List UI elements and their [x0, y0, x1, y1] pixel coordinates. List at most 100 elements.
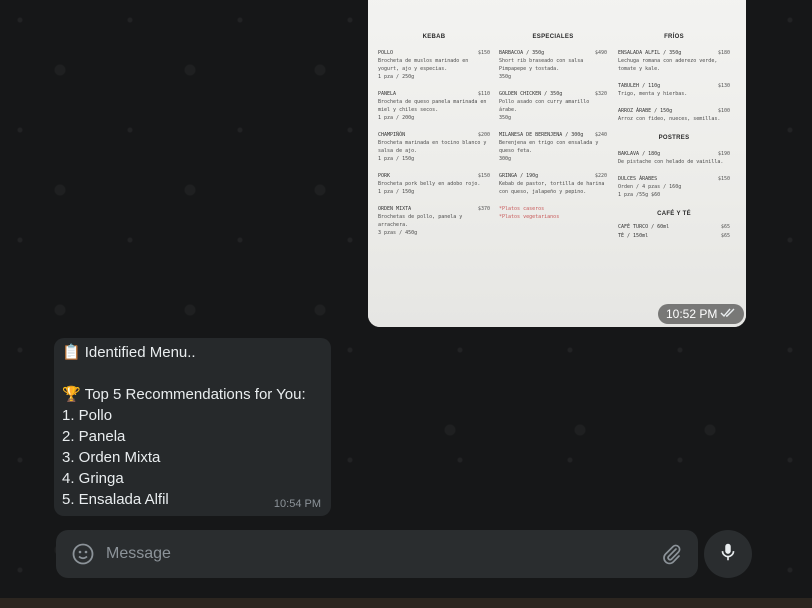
- menu-item-price: $370: [477, 206, 490, 212]
- menu-column-title: CAFÉ Y TÉ: [657, 211, 691, 217]
- menu-item-name: GRINGA / 190g: [499, 173, 539, 179]
- menu-item-desc: Berenjena en trigo con ensalada y queso …: [499, 140, 599, 154]
- menu-note: *Platos caseros: [499, 206, 545, 212]
- menu-column-title: KEBAB: [422, 34, 446, 40]
- menu-column-frios: FRÍOS ENSALADA ALFIL / 350g $180 Lechuga…: [618, 34, 730, 240]
- menu-item-name: TABULEH / 110g: [618, 83, 661, 89]
- menu-column-kebab: KEBAB POLLO $150 Brocheta de muslos mari…: [378, 34, 490, 237]
- menu-item-name: BARBACOA / 350g: [499, 50, 545, 56]
- menu-item-price: $65: [720, 224, 730, 230]
- double-check-icon: [720, 307, 736, 321]
- menu-item-name: ORDEN MIXTA: [378, 206, 412, 212]
- message-line-blank: [62, 363, 306, 384]
- menu-item-price: $150: [477, 173, 490, 179]
- menu-item-price: $240: [594, 132, 607, 138]
- menu-item: MILANESA DE BERENJENA / 300g $240 Berenj…: [499, 131, 607, 163]
- menu-item-price: $130: [717, 83, 730, 89]
- menu-item-weight: 1 pza /55g $60: [618, 192, 661, 198]
- menu-item-weight: 1 pza / 150g: [378, 189, 415, 195]
- menu-item-weight: 1 pza / 200g: [378, 115, 415, 121]
- menu-item-name: CHAMPIÑÓN: [378, 132, 406, 138]
- menu-item-desc: Orden / 4 pzas / 160g: [618, 184, 682, 190]
- menu-notes: *Platos caseros *Platos vegetarianos: [499, 205, 607, 221]
- message-line-text: Top 5 Recommendations for You:: [84, 386, 306, 403]
- menu-item-price: $180: [717, 50, 730, 56]
- menu-item-desc: Brocheta marinada en tocino blanco y sal…: [378, 140, 487, 154]
- menu-item-desc: Brocheta de muslos marinado en yogurt, a…: [378, 58, 469, 72]
- menu-item: GRINGA / 190g $220 Kebab de pastor, tort…: [499, 172, 607, 196]
- menu-item-desc: Trigo, menta y hierbas.: [618, 91, 688, 97]
- menu-item-weight: 350g: [499, 74, 512, 80]
- image-message-bubble[interactable]: KEBAB POLLO $150 Brocheta de muslos mari…: [368, 0, 746, 327]
- menu-item-price: $220: [594, 173, 607, 179]
- message-line-text: Identified Menu..: [84, 344, 196, 361]
- menu-item-desc: Brocheta pork belly en adobo rojo.: [378, 181, 481, 187]
- menu-item-price: $490: [594, 50, 607, 56]
- menu-item-weight: 3 pzas / 450g: [378, 230, 418, 236]
- menu-item: DULCES ÁRABES $150 Orden / 4 pzas / 160g…: [618, 175, 730, 199]
- paperclip-icon[interactable]: [660, 542, 684, 566]
- menu-item-weight: 1 pza / 150g: [378, 156, 415, 162]
- menu-item: TABULEH / 110g $130 Trigo, menta y hierb…: [618, 82, 730, 98]
- message-time: 10:54 PM: [273, 498, 321, 510]
- menu-item: POLLO $150 Brocheta de muslos marinado e…: [378, 49, 490, 81]
- menu-item: TÉ / 150ml $65: [618, 232, 730, 240]
- menu-item-weight: 300g: [499, 156, 512, 162]
- trophy-icon: 🏆: [62, 386, 81, 403]
- message-body: 📋 Identified Menu.. 🏆 Top 5 Recommendation…: [62, 342, 306, 510]
- menu-item-name: PANELA: [378, 91, 397, 97]
- menu-column-title: ESPECIALES: [532, 34, 574, 40]
- menu-column-title: FRÍOS: [664, 34, 684, 40]
- message-line: 1. Pollo: [62, 407, 113, 424]
- menu-item: GOLDEN CHICKEN / 350g $320 Pollo asado c…: [499, 90, 607, 122]
- menu-item-desc: Short rib braseado con salsa Pimpapepe y…: [499, 58, 584, 72]
- message-line: 2. Panela: [62, 428, 126, 445]
- menu-item: ENSALADA ALFIL / 350g $180 Lechuga roman…: [618, 49, 730, 73]
- menu-item-desc: De pistache con helado de vainilla.: [618, 159, 724, 165]
- menu-item-price: $110: [477, 91, 490, 97]
- image-message-meta: 10:52 PM: [658, 304, 745, 324]
- menu-item-desc: Arroz con fideo, nueces, semillas.: [618, 116, 721, 122]
- menu-column-title: POSTRES: [658, 135, 690, 141]
- menu-item-price: $150: [717, 176, 730, 182]
- menu-item-price: $65: [720, 233, 730, 239]
- smiley-icon[interactable]: [71, 542, 95, 566]
- menu-item: BAKLAVA / 180g $190 De pistache con hela…: [618, 150, 730, 166]
- menu-item-price: $320: [594, 91, 607, 97]
- menu-item-desc: Kebab de pastor, tortilla de harina con …: [499, 181, 605, 195]
- menu-item-name: PORK: [378, 173, 391, 179]
- menu-item-weight: 350g: [499, 115, 512, 121]
- menu-item-name: TÉ / 150ml: [618, 233, 649, 239]
- menu-item: CHAMPIÑÓN $200 Brocheta marinada en toci…: [378, 131, 490, 163]
- clipboard-icon: 📋: [62, 344, 81, 361]
- microphone-icon: [717, 541, 739, 568]
- menu-item: ORDEN MIXTA $370 Brochetas de pollo, pan…: [378, 205, 490, 237]
- menu-item-desc: Pollo asado con curry amarillo árabe.: [499, 99, 590, 113]
- menu-item-desc: Lechuga romana con aderezo verde, tomate…: [618, 58, 718, 72]
- incoming-message-bubble[interactable]: 📋 Identified Menu.. 🏆 Top 5 Recommendation…: [54, 338, 331, 516]
- message-input[interactable]: [106, 542, 646, 566]
- menu-item: BARBACOA / 350g $490 Short rib braseado …: [499, 49, 607, 81]
- menu-item-name: GOLDEN CHICKEN / 350g: [499, 91, 563, 97]
- menu-item-price: $150: [477, 50, 490, 56]
- mic-button[interactable]: [704, 530, 752, 578]
- menu-item-price: $200: [477, 132, 490, 138]
- menu-item-name: ARROZ ÁRABE / 150g: [618, 108, 673, 114]
- menu-item-desc: Brochetas de pollo, panela y arrachera.: [378, 214, 463, 228]
- menu-note: *Platos vegetarianos: [499, 214, 560, 220]
- menu-item-name: CAFÉ TURCO / 60ml: [618, 224, 670, 230]
- menu-item-name: POLLO: [378, 50, 394, 56]
- menu-photo[interactable]: KEBAB POLLO $150 Brocheta de muslos mari…: [368, 0, 746, 327]
- menu-item: PANELA $110 Brocheta de queso panela mar…: [378, 90, 490, 122]
- menu-item-name: ENSALADA ALFIL / 350g: [618, 50, 682, 56]
- message-line: 🏆 Top 5 Recommendations for You:: [62, 384, 306, 405]
- message-line: 5. Ensalada Alfil: [62, 491, 169, 508]
- menu-item-price: $190: [717, 151, 730, 157]
- menu-item-desc: Brocheta de queso panela marinada en mie…: [378, 99, 487, 113]
- window-bottom-strip: [0, 598, 812, 608]
- menu-item: ARROZ ÁRABE / 150g $100 Arroz con fideo,…: [618, 107, 730, 123]
- menu-item-name: DULCES ÁRABES: [618, 176, 658, 182]
- menu-item-name: MILANESA DE BERENJENA / 300g: [499, 132, 584, 138]
- menu-column-especiales: ESPECIALES BARBACOA / 350g $490 Short ri…: [499, 34, 607, 221]
- image-message-time: 10:52 PM: [666, 307, 718, 321]
